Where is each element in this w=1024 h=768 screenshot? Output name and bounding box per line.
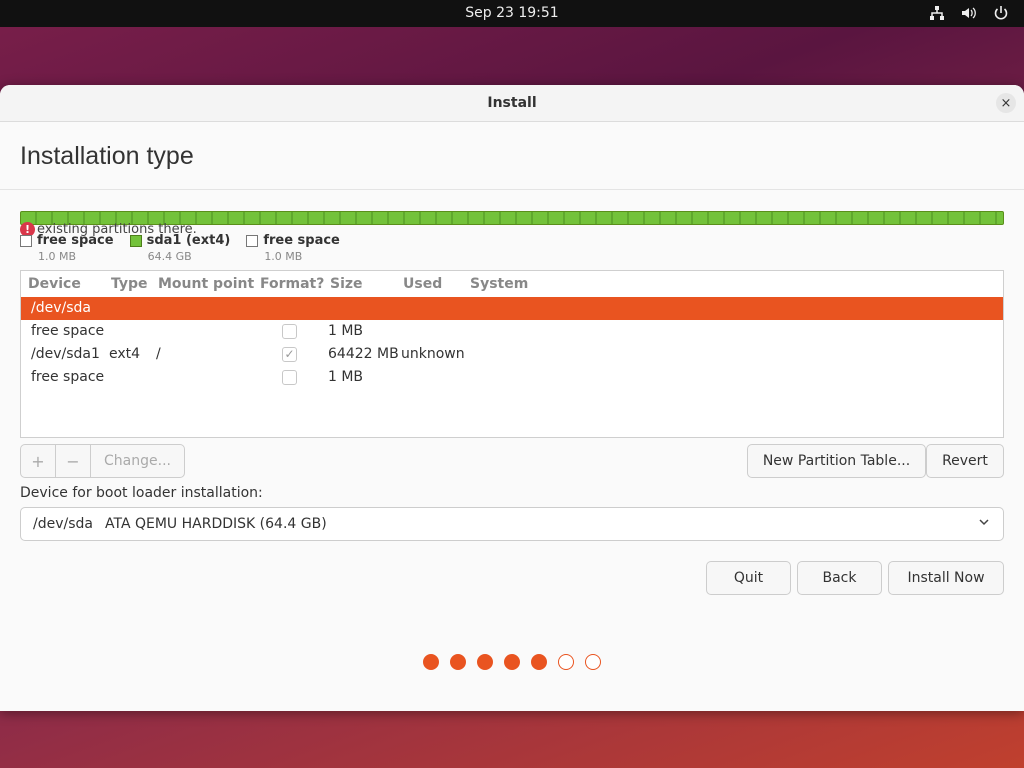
- progress-dot: [585, 654, 601, 670]
- close-button[interactable]: ×: [996, 93, 1016, 113]
- clock[interactable]: Sep 23 19:51: [0, 5, 1024, 21]
- legend-swatch: [129, 234, 142, 247]
- progress-dot: [450, 654, 466, 670]
- progress-dot: [423, 654, 439, 670]
- change-partition-button[interactable]: Change...: [91, 445, 184, 477]
- chevron-down-icon: [979, 519, 989, 526]
- progress-dot: [504, 654, 520, 670]
- cell-device: free space: [31, 369, 105, 385]
- format-checkbox[interactable]: [282, 370, 297, 385]
- bootloader-device: /dev/sda: [33, 516, 93, 532]
- remove-partition-button[interactable]: −: [56, 445, 91, 477]
- installer-window: Install × Installation type ! existing p…: [0, 85, 1024, 711]
- cell-used: unknown: [401, 346, 465, 362]
- progress-dot: [477, 654, 493, 670]
- bootloader-description: ATA QEMU HARDDISK (64.4 GB): [105, 516, 327, 532]
- legend-size: 1.0 MB: [264, 250, 303, 263]
- cell-device: /dev/sda: [31, 300, 91, 316]
- title-bar: Install ×: [0, 85, 1024, 122]
- cell-device: free space: [31, 323, 105, 339]
- legend-size: 64.4 GB: [147, 250, 192, 263]
- bootloader-label: Device for boot loader installation:: [20, 485, 263, 501]
- system-tray[interactable]: [928, 4, 1010, 22]
- top-bar: Sep 23 19:51: [0, 0, 1024, 27]
- table-row[interactable]: /dev/sda1 ext4 / ✓ 64422 MB unknown: [21, 343, 1003, 366]
- format-checkbox[interactable]: [282, 324, 297, 339]
- legend-item: free space 1.0 MB: [20, 233, 114, 263]
- partition-legend: free space 1.0 MB sda1 (ext4) 64.4 GB fr…: [20, 233, 340, 263]
- table-row[interactable]: free space 1 MB: [21, 320, 1003, 343]
- new-partition-table-button[interactable]: New Partition Table...: [747, 444, 926, 478]
- legend-item: sda1 (ext4) 64.4 GB: [129, 233, 231, 263]
- revert-button[interactable]: Revert: [926, 444, 1004, 478]
- power-icon[interactable]: [992, 4, 1010, 22]
- cell-mount: /: [156, 346, 161, 362]
- column-header-system[interactable]: System: [470, 276, 528, 292]
- cell-size: 1 MB: [328, 369, 364, 385]
- cell-size: 64422 MB: [328, 346, 399, 362]
- volume-icon[interactable]: [960, 4, 978, 22]
- column-header-mount[interactable]: Mount point: [158, 276, 254, 292]
- partition-table[interactable]: Device Type Mount point Format? Size Use…: [20, 270, 1004, 438]
- progress-dot: [558, 654, 574, 670]
- legend-label: free space: [37, 233, 114, 248]
- column-header-device[interactable]: Device: [28, 276, 81, 292]
- legend-swatch: [246, 234, 259, 247]
- progress-dot: [531, 654, 547, 670]
- table-header: Device Type Mount point Format? Size Use…: [21, 271, 1003, 297]
- legend-swatch: [20, 234, 32, 247]
- divider: [0, 189, 1024, 190]
- column-header-size[interactable]: Size: [330, 276, 363, 292]
- column-header-type[interactable]: Type: [111, 276, 148, 292]
- column-header-used[interactable]: Used: [403, 276, 442, 292]
- step-progress: [0, 654, 1024, 670]
- add-partition-button[interactable]: +: [21, 445, 56, 477]
- format-checkbox[interactable]: ✓: [282, 347, 297, 362]
- partition-actions: + − Change...: [20, 444, 185, 478]
- back-button[interactable]: Back: [797, 561, 882, 595]
- table-row[interactable]: /dev/sda: [21, 297, 1003, 320]
- window-title: Install: [487, 95, 537, 111]
- legend-size: 1.0 MB: [38, 250, 77, 263]
- cell-type: ext4: [109, 346, 141, 362]
- page-title: Installation type: [20, 142, 194, 170]
- cell-size: 1 MB: [328, 323, 364, 339]
- table-row[interactable]: free space 1 MB: [21, 366, 1003, 389]
- bootloader-select[interactable]: /dev/sda ATA QEMU HARDDISK (64.4 GB): [20, 507, 1004, 541]
- cell-device: /dev/sda1: [31, 346, 100, 362]
- install-now-button[interactable]: Install Now: [888, 561, 1004, 595]
- legend-item: free space 1.0 MB: [246, 233, 340, 263]
- legend-label: free space: [263, 233, 340, 248]
- column-header-format[interactable]: Format?: [260, 276, 324, 292]
- legend-label: sda1 (ext4): [146, 233, 231, 248]
- network-icon[interactable]: [928, 4, 946, 22]
- quit-button[interactable]: Quit: [706, 561, 791, 595]
